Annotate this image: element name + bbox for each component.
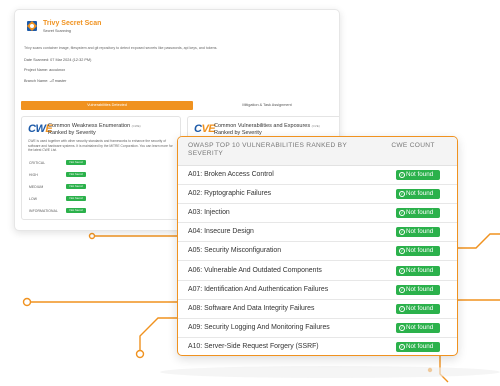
trivy-logo-icon [27, 21, 37, 31]
status-badge: Not found [66, 208, 86, 213]
status-badge: ✓ Not found [396, 265, 440, 276]
cwe-title: Common Weakness Enumeration (CWE) Ranked … [48, 123, 141, 136]
cve-title: Common Vulnerabilities and Exposures (CV… [214, 123, 320, 136]
status-badge: ✓ Not found [396, 322, 440, 333]
owasp-category: A08: Software And Data Integrity Failure… [188, 304, 315, 312]
status-badge: Not found [66, 160, 86, 165]
check-circle-icon: ✓ [399, 191, 405, 198]
owasp-column-header: OWASP TOP 10 VULNERABILITIES RANKED BY S… [188, 142, 347, 157]
status-badge: ✓ Not found [396, 303, 440, 314]
owasp-category: A02: Ryptographic Failures [188, 190, 272, 198]
tab-vulnerabilities-detected[interactable]: Vulnerabilities Detected [21, 101, 193, 110]
check-circle-icon: ✓ [399, 324, 405, 331]
cwe-panel: CWE Common Weakness Enumeration (CWE) Ran… [21, 116, 181, 220]
table-row: A08: Software And Data Integrity Failure… [178, 300, 457, 319]
table-row: A09: Security Logging And Monitoring Fai… [178, 319, 457, 338]
project-name: Project Name: accuknox [24, 68, 66, 72]
owasp-top10-table: OWASP TOP 10 VULNERABILITIES RANKED BY S… [177, 136, 458, 356]
table-row: A07: Identification And Authentication F… [178, 281, 457, 300]
check-circle-icon: ✓ [399, 248, 405, 255]
check-circle-icon: ✓ [399, 172, 405, 178]
status-badge: Not found [66, 172, 86, 177]
check-circle-icon: ✓ [399, 286, 405, 293]
severity-label: MEDIUM [29, 185, 44, 189]
status-badge: Not found [66, 184, 86, 189]
table-row: A01: Broken Access Control ✓ Not found [178, 166, 457, 186]
cwe-description: CWE is used together with other security… [28, 139, 173, 153]
severity-label: LOW [29, 197, 38, 201]
owasp-category: A01: Broken Access Control [188, 171, 274, 178]
owasp-category: A03: Injection [188, 209, 230, 217]
severity-label: INFORMATIONAL [29, 209, 58, 213]
owasp-table-header: OWASP TOP 10 VULNERABILITIES RANKED BY S… [178, 137, 457, 166]
check-circle-icon: ✓ [399, 210, 405, 217]
report-subtitle: Secret Scanning [43, 29, 71, 33]
owasp-category: A07: Identification And Authentication F… [188, 285, 329, 293]
table-row: A05: Security Misconfiguration ✓ Not foun… [178, 242, 457, 262]
severity-label: CRITICAL [29, 161, 46, 165]
table-row: A10: Server-Side Request Forgery (SSRF) … [178, 338, 457, 355]
status-badge: ✓ Not found [396, 189, 440, 200]
check-circle-icon: ✓ [399, 229, 405, 236]
check-circle-icon: ✓ [399, 267, 405, 274]
owasp-category: A04: Insecure Design [188, 228, 254, 236]
owasp-category: A06: Vulnerable And Outdated Components [188, 266, 322, 274]
table-row: A02: Ryptographic Failures ✓ Not found [178, 185, 457, 205]
check-circle-icon: ✓ [399, 343, 405, 350]
owasp-category: A10: Server-Side Request Forgery (SSRF) [188, 342, 319, 350]
branch-name: Branch Name: ⎇ master [24, 79, 67, 83]
owasp-category: A09: Security Logging And Monitoring Fai… [188, 323, 330, 331]
report-description: Trivy scans container image, filesystem … [24, 46, 218, 50]
tab-mitigation-task-assignment[interactable]: Mitigation & Task Assignment [199, 101, 335, 110]
check-circle-icon: ✓ [399, 305, 405, 312]
status-badge: ✓ Not found [396, 284, 440, 295]
status-badge: ✓ Not found [396, 246, 440, 257]
cve-logo-icon: CVE [194, 123, 216, 135]
status-badge: Not found [66, 196, 86, 201]
status-badge: ✓ Not found [396, 208, 440, 219]
table-row: A03: Injection ✓ Not found [178, 204, 457, 224]
status-badge: ✓ Not found [396, 341, 440, 352]
report-header: Trivy Secret Scan Secret Scanning [26, 19, 101, 34]
date-scanned: Date Scanned: 07 Mar 2024 (12:32 PM) [24, 58, 92, 62]
owasp-category: A05: Security Misconfiguration [188, 247, 282, 255]
severity-label: HIGH [29, 173, 38, 177]
cwe-count-column-header: CWE COUNT [391, 142, 435, 149]
status-badge: ✓ Not found [396, 227, 440, 238]
table-row: A04: Insecure Design ✓ Not found [178, 223, 457, 243]
status-badge: ✓ Not found [396, 170, 440, 180]
report-title: Trivy Secret Scan [43, 20, 102, 27]
table-row: A06: Vulnerable And Outdated Components … [178, 262, 457, 281]
